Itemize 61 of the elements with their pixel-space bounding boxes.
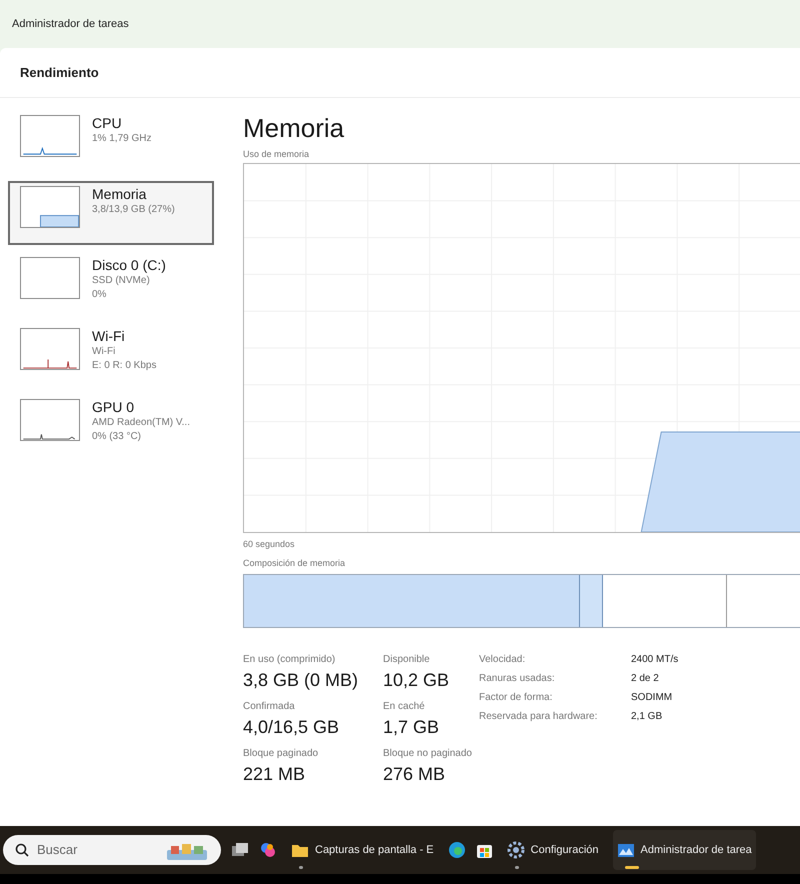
item-detail: 0% <box>92 288 108 302</box>
spec-label: Velocidad: <box>479 652 526 666</box>
page-title: Rendimiento <box>20 64 99 82</box>
search-bar[interactable]: Buscar <box>3 835 221 865</box>
stat-value: 3,8 GB (0 MB) <box>243 668 360 692</box>
item-title: Memoria <box>92 186 148 203</box>
stat-label: Bloque no paginado <box>383 746 473 760</box>
taskbar-app-button[interactable]: Configuración <box>502 830 603 870</box>
stat-label: En uso (comprimido) <box>243 652 336 666</box>
usage-graph-thumbnail <box>20 328 80 370</box>
chart-label: Uso de memoria <box>243 148 310 161</box>
stat-value: 4,0/16,5 GB <box>243 716 340 738</box>
chart-window-icon <box>616 842 635 858</box>
window-title: Administrador de tareas <box>12 16 129 32</box>
item-detail: 0% (33 °C) <box>92 430 142 444</box>
item-detail: E: 0 R: 0 Kbps <box>92 359 156 373</box>
item-title: Disco 0 (C:) <box>92 257 166 274</box>
item-detail: Wi-Fi <box>92 345 116 359</box>
stat-label: Bloque paginado <box>243 746 320 760</box>
stat-value: 1,7 GB <box>383 716 440 738</box>
spec-value: SODIMM <box>631 690 674 704</box>
colorful-swirl-icon[interactable] <box>259 841 277 859</box>
item-detail: SSD (NVMe) <box>92 274 151 288</box>
spec-value: 2,1 GB <box>631 710 664 724</box>
spec-value: 2400 MT/s <box>631 652 678 666</box>
sidebar-item[interactable]: CPU 1% 1,79 GHz <box>8 110 214 174</box>
taskbar-app-button[interactable]: Administrador de tarea <box>612 830 756 870</box>
spec-label: Reservada para hardware: <box>479 710 598 724</box>
sidebar-item[interactable]: Wi-Fi Wi-Fi E: 0 R: 0 Kbps <box>8 323 214 387</box>
browser-icon[interactable] <box>448 841 466 859</box>
taskbar-app-button[interactable]: Capturas de pantalla - E <box>287 830 438 870</box>
spec-label: Factor de forma: <box>479 690 554 704</box>
usage-graph-thumbnail <box>20 186 80 228</box>
composition-label: Composición de memoria <box>243 557 346 570</box>
search-icon <box>15 843 29 857</box>
task-view-icon[interactable] <box>231 842 249 858</box>
usage-graph-thumbnail <box>20 399 80 441</box>
stat-label: Disponible <box>383 652 431 666</box>
stat-label: En caché <box>383 700 426 714</box>
sidebar-item[interactable]: Memoria 3,8/13,9 GB (27%) <box>8 181 214 245</box>
item-detail: 1% 1,79 GHz <box>92 132 152 146</box>
settings-icon <box>506 841 525 859</box>
folder-icon <box>291 842 309 858</box>
time-label: 60 segundos <box>243 538 296 551</box>
sidebar-item[interactable]: Disco 0 (C:) SSD (NVMe) 0% <box>8 252 214 316</box>
stat-value: 10,2 GB <box>383 668 450 692</box>
spec-label: Ranuras usadas: <box>479 672 556 686</box>
search-field[interactable]: Buscar <box>37 840 157 860</box>
usage-graph-thumbnail <box>20 257 80 299</box>
usage-graph-thumbnail <box>20 115 80 157</box>
stat-value: 221 MB <box>243 762 306 786</box>
item-detail: 3,8/13,9 GB (27%) <box>92 203 175 217</box>
item-detail: AMD Radeon(TM) V... <box>92 416 190 430</box>
item-title: CPU <box>92 115 123 132</box>
item-title: Wi-Fi <box>92 328 126 345</box>
sidebar-item[interactable]: GPU 0 AMD Radeon(TM) V... 0% (33 °C) <box>8 394 214 458</box>
section-title: Memoria <box>243 112 346 145</box>
spec-value: 2 de 2 <box>631 672 660 686</box>
item-title: GPU 0 <box>92 399 136 416</box>
stat-label: Confirmada <box>243 700 296 714</box>
stat-value: 276 MB <box>383 762 446 786</box>
